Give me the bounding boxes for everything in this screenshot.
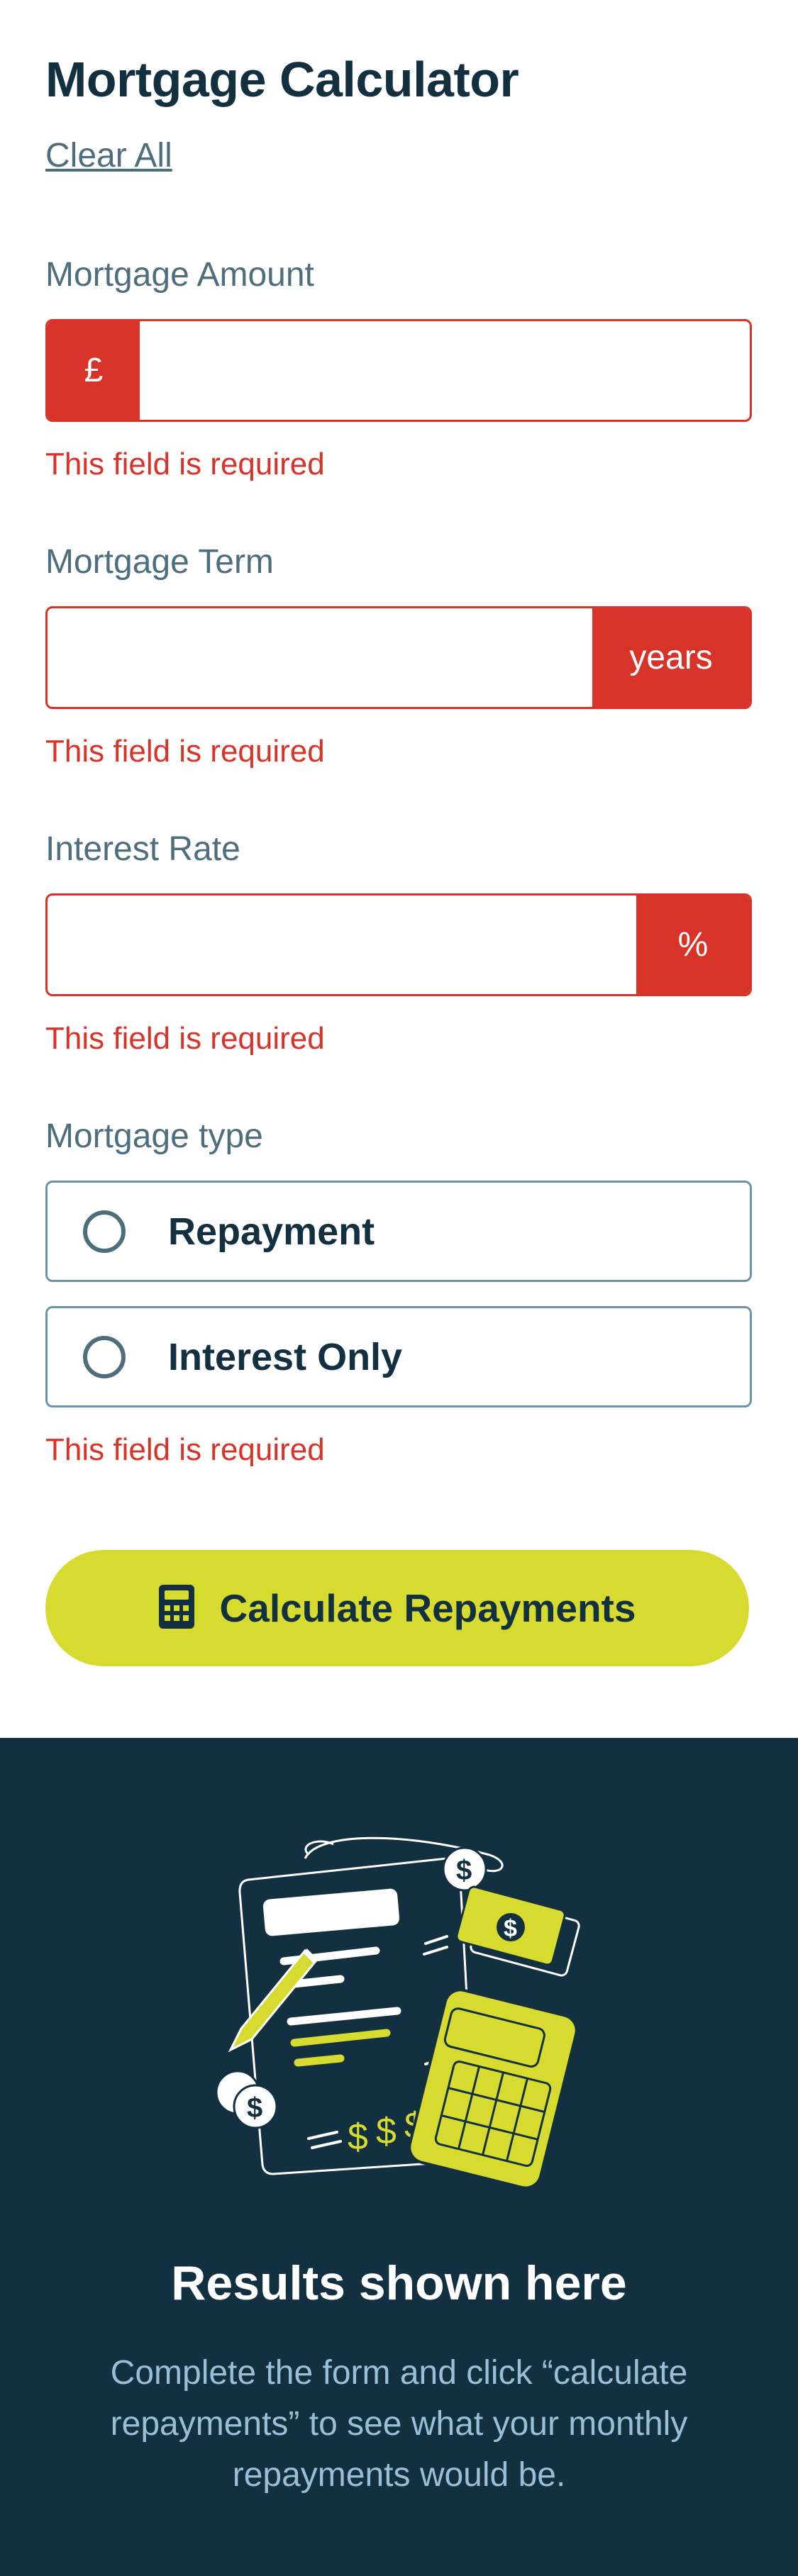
radio-option-repayment[interactable]: Repayment [45, 1181, 752, 1282]
mortgage-type-label: Mortgage type [45, 1117, 263, 1155]
mortgage-term-input[interactable] [48, 608, 592, 707]
results-title: Results shown here [171, 2256, 627, 2310]
page-title: Mortgage Calculator [45, 52, 519, 107]
radio-label-interest-only: Interest Only [168, 1335, 403, 1378]
svg-text:$: $ [504, 1915, 517, 1942]
interest-rate-field: % [45, 893, 752, 996]
radio-label-repayment: Repayment [168, 1210, 375, 1253]
interest-rate-input[interactable] [48, 896, 636, 994]
calculate-repayments-button[interactable]: Calculate Repayments [45, 1550, 749, 1666]
svg-text:$: $ [456, 1855, 472, 1886]
empty-results-illustration: $ $ $ $ $ $ [199, 1816, 603, 2213]
radio-circle-icon [83, 1336, 126, 1378]
results-description: Complete the form and click “calculate r… [110, 2354, 688, 2494]
clear-all-link[interactable]: Clear All [45, 136, 172, 175]
years-suffix: years [592, 608, 750, 707]
mortgage-amount-input[interactable] [140, 321, 750, 420]
mortgage-term-label: Mortgage Term [45, 543, 274, 581]
calculate-button-label: Calculate Repayments [219, 1586, 636, 1630]
interest-rate-label: Interest Rate [45, 830, 240, 868]
calculator-icon [158, 1584, 194, 1632]
currency-prefix: £ [48, 321, 140, 420]
mortgage-amount-error: This field is required [45, 447, 325, 481]
mortgage-type-error: This field is required [45, 1432, 325, 1467]
mortgage-term-error: This field is required [45, 734, 325, 769]
interest-rate-error: This field is required [45, 1021, 325, 1056]
calculator-form: Mortgage Calculator Clear All Mortgage A… [0, 0, 798, 1738]
mortgage-term-field: years [45, 606, 752, 709]
radio-option-interest-only[interactable]: Interest Only [45, 1306, 752, 1407]
svg-text:$: $ [247, 2092, 262, 2124]
mortgage-amount-field: £ [45, 319, 752, 422]
svg-text:$: $ [348, 2117, 368, 2158]
percent-suffix: % [636, 896, 750, 994]
mortgage-amount-label: Mortgage Amount [45, 256, 314, 294]
svg-text:$: $ [376, 2111, 397, 2152]
radio-circle-icon [83, 1210, 126, 1253]
results-panel: $ $ $ $ $ $ [0, 1738, 798, 2576]
